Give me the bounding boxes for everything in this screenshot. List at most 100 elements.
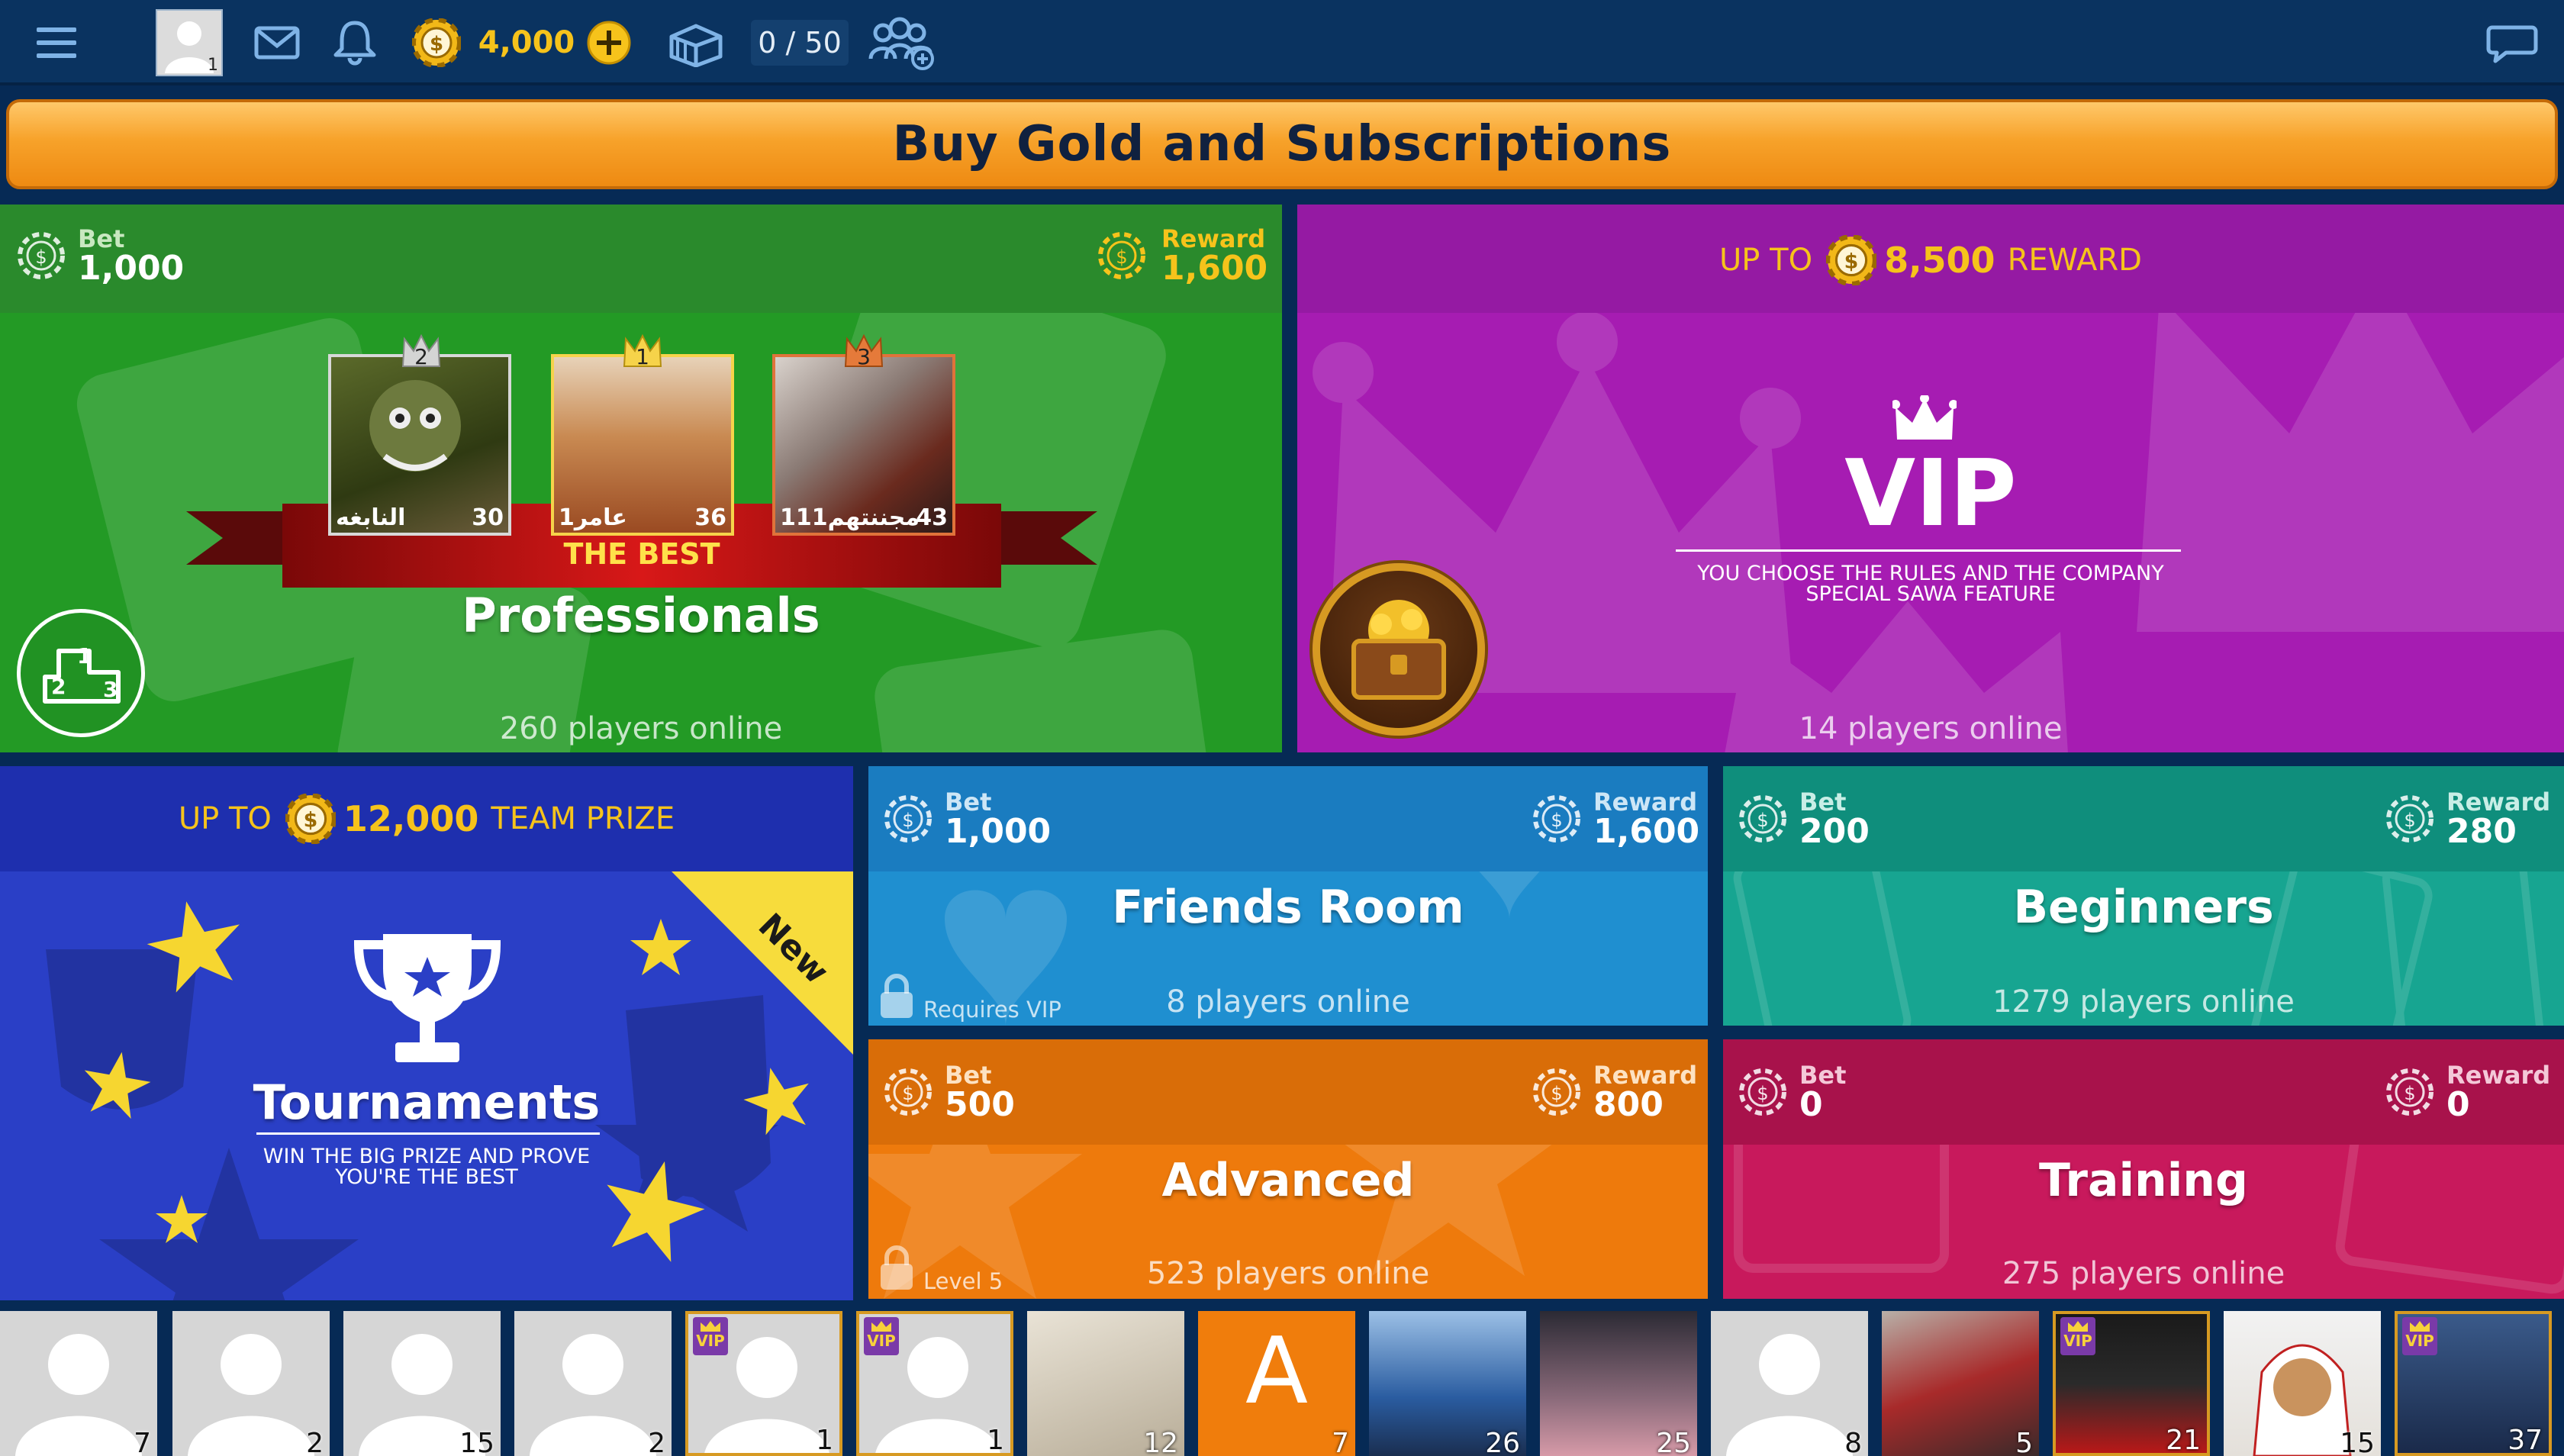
add-friends-icon[interactable] [867, 14, 937, 72]
buy-gold-banner[interactable]: Buy Gold and Subscriptions [6, 99, 2558, 189]
bet-value: 500 [945, 1085, 1015, 1124]
training-room[interactable]: $ Bet 0 $ Reward 0 Training 275 players … [1723, 1039, 2564, 1299]
leader-card-3[interactable]: 111مجننتهم 43 [772, 354, 955, 536]
bet-info: $ Bet 1,000 [17, 226, 184, 285]
leader-score: 30 [472, 504, 504, 531]
vip-reward-line: UP TO $ 8,500 REWARD [1297, 235, 2564, 285]
player-tile[interactable]: 2 [514, 1311, 672, 1456]
bet-label: Bet [945, 788, 992, 817]
reward-amount: 8,500 [1884, 240, 1995, 281]
divider [256, 1132, 600, 1135]
player-level: 15 [459, 1428, 494, 1456]
trophy-icon [353, 934, 501, 1062]
vip-badge: VIP [864, 1317, 899, 1355]
vip-desc-line: SPECIAL SAWA FEATURE [1805, 582, 2056, 606]
player-level: 1 [987, 1425, 1004, 1456]
player-tile[interactable]: 8 [1711, 1311, 1868, 1456]
coin-icon: $ [1826, 235, 1877, 285]
tournaments-room[interactable]: UP TO $ 12,000 TEAM PRIZE New Tournament… [0, 766, 853, 1300]
room-title: Advanced [1161, 1154, 1415, 1207]
player-tile[interactable]: 15 [343, 1311, 501, 1456]
bet-value: 0 [1799, 1085, 1823, 1124]
beginners-room[interactable]: $ Bet 200 $ Reward 280 Beginners 1279 pl… [1723, 766, 2564, 1026]
bet-coin-icon: $ [1739, 1068, 1786, 1116]
leader-name: النابغه [336, 504, 406, 531]
player-level: 25 [1656, 1428, 1691, 1456]
bell-icon[interactable] [330, 17, 380, 67]
avatar[interactable]: 1 [156, 9, 223, 76]
player-level: 21 [2166, 1425, 2201, 1456]
player-tile[interactable]: 15 [2224, 1311, 2381, 1456]
add-coins-button[interactable] [586, 20, 632, 66]
vip-title: VIP [1844, 441, 2017, 547]
svg-text:$: $ [35, 246, 47, 268]
reward-label: Reward [1161, 224, 1266, 253]
tournament-description: WIN THE BIG PRIZE AND PROVE YOU'RE THE B… [0, 1146, 853, 1187]
mail-icon[interactable] [252, 21, 302, 64]
bet-label: Bet [78, 224, 125, 253]
leaderboard-button[interactable]: 1 2 3 [17, 609, 145, 737]
crown-icon [1892, 395, 1957, 440]
player-tile[interactable]: A7 [1198, 1311, 1355, 1456]
bet-coin-icon: $ [1739, 795, 1786, 842]
room-title: Professionals [462, 588, 820, 643]
player-level: 2 [648, 1428, 665, 1456]
chat-icon[interactable] [2482, 20, 2543, 67]
player-level: 15 [2340, 1428, 2375, 1456]
player-level: 7 [1332, 1428, 1349, 1456]
podium-digit: 3 [103, 677, 118, 702]
player-tile[interactable]: VIP 1 [856, 1311, 1013, 1456]
chest-icon[interactable] [665, 17, 726, 69]
professionals-room[interactable]: $ Bet 1,000 $ Reward 1,600 THE BEST النا… [0, 205, 1282, 752]
reward-info: $ Reward 1,600 [1097, 226, 1268, 285]
tournament-prize-line: UP TO $ 12,000 TEAM PRIZE [0, 794, 853, 844]
reward-info: $ Reward 1,600 [1532, 789, 1699, 849]
player-tile[interactable]: 12 [1027, 1311, 1184, 1456]
avatar-badge: 1 [208, 56, 218, 75]
prize-label: TEAM PRIZE [491, 801, 675, 836]
leader-card-2[interactable]: النابغه 30 [328, 354, 511, 536]
reward-label: Reward [1593, 788, 1698, 817]
bet-label: Bet [1799, 788, 1847, 817]
vip-badge: VIP [2060, 1317, 2095, 1355]
vip-description: YOU CHOOSE THE RULES AND THE COMPANY SPE… [1297, 563, 2564, 604]
player-level: 7 [134, 1428, 151, 1456]
player-tile[interactable]: VIP 21 [2053, 1311, 2210, 1456]
rank-crown-1: 1 [623, 333, 662, 369]
rank-number: 1 [636, 344, 649, 369]
player-tile[interactable]: 25 [1540, 1311, 1697, 1456]
reward-value: 1,600 [1161, 249, 1268, 288]
reward-coin-icon: $ [1098, 232, 1145, 279]
player-tile[interactable]: 5 [1882, 1311, 2039, 1456]
up-to-label: UP TO [1719, 243, 1813, 278]
lock-icon [881, 1245, 913, 1290]
leader-score: 36 [694, 504, 726, 531]
lock-icon [881, 974, 913, 1018]
menu-icon[interactable] [32, 21, 81, 64]
rank-number: 3 [857, 344, 871, 369]
players-online: 275 players online [2002, 1256, 2285, 1291]
player-tile[interactable]: VIP 37 [2395, 1311, 2552, 1456]
player-tile[interactable]: 2 [172, 1311, 330, 1456]
player-level: 12 [1143, 1428, 1178, 1456]
reward-value: 280 [2446, 812, 2517, 851]
players-online: 260 players online [499, 711, 783, 746]
banner-label: Buy Gold and Subscriptions [892, 116, 1672, 172]
reward-info: $ Reward 0 [2385, 1062, 2550, 1122]
advanced-room[interactable]: $ Bet 500 $ Reward 800 Advanced 523 play… [868, 1039, 1708, 1299]
bet-value: 1,000 [78, 249, 185, 288]
coin-balance: 4,000 [478, 25, 575, 60]
player-tile[interactable]: VIP 1 [685, 1311, 842, 1456]
friends-room[interactable]: $ Bet 1,000 $ Reward 1,600 Friends Room … [868, 766, 1708, 1026]
reward-value: 800 [1593, 1085, 1664, 1124]
ribbon-label: THE BEST [563, 537, 720, 571]
svg-text:$: $ [2404, 1083, 2415, 1104]
vip-desc-line: YOU CHOOSE THE RULES AND THE COMPANY [1697, 562, 2164, 585]
svg-text:$: $ [1757, 810, 1768, 831]
leader-card-1[interactable]: عامر1 36 [551, 354, 734, 536]
treasure-chest-icon[interactable] [1313, 563, 1485, 736]
player-tile[interactable]: 7 [0, 1311, 157, 1456]
player-tile[interactable]: 26 [1369, 1311, 1526, 1456]
vip-room[interactable]: UP TO $ 8,500 REWARD VIP YOU CHOOSE THE … [1297, 205, 2564, 752]
leader-name: 111مجننتهم [780, 504, 920, 531]
